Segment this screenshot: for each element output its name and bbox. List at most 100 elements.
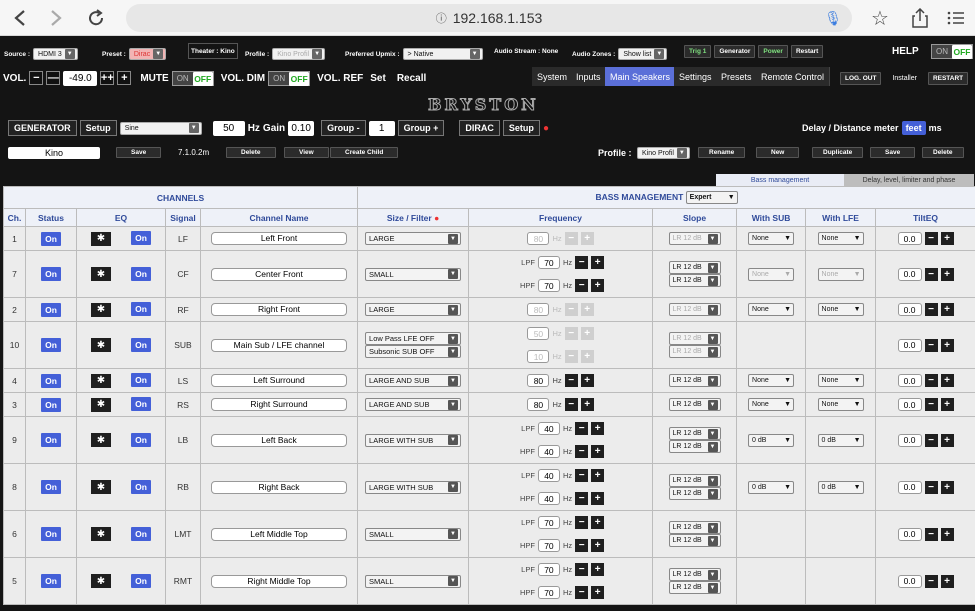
gear-icon[interactable]: ✱: [91, 397, 111, 412]
tilt-plus-button[interactable]: +: [940, 574, 954, 588]
freq-minus-button[interactable]: −: [575, 279, 589, 292]
channel-name-input[interactable]: Right Back: [211, 480, 348, 494]
freq-minus-button[interactable]: −: [575, 469, 589, 482]
mix-select[interactable]: None ▼: [748, 303, 795, 316]
upmix-select[interactable]: > Native ▼: [402, 48, 483, 60]
eq-on-button[interactable]: On: [131, 573, 151, 588]
status-on-button[interactable]: On: [41, 433, 61, 447]
size-filter-select[interactable]: SMALL ▼: [365, 267, 462, 281]
tilt-minus-button[interactable]: −: [924, 433, 938, 447]
freq-minus-button[interactable]: −: [564, 303, 578, 316]
waveform-select[interactable]: Sine ▼: [119, 121, 202, 135]
freq-plus-button[interactable]: +: [591, 445, 605, 458]
gear-icon[interactable]: ✱: [91, 267, 111, 282]
status-on-button[interactable]: On: [41, 574, 61, 588]
frequency-input[interactable]: 50: [527, 327, 550, 340]
size-filter-select[interactable]: LARGE AND SUB ▼: [365, 398, 462, 411]
slope-select[interactable]: LR 12 dB ▼: [668, 534, 721, 547]
slope-select[interactable]: LR 12 dB ▼: [668, 568, 721, 581]
size-filter-select[interactable]: Subsonic SUB OFF ▼: [365, 345, 462, 358]
tilteq-input[interactable]: 0.0: [897, 480, 922, 494]
tilt-minus-button[interactable]: −: [924, 232, 938, 245]
tilt-minus-button[interactable]: −: [924, 574, 938, 588]
tilt-minus-button[interactable]: −: [924, 398, 938, 411]
mix-select[interactable]: None ▼: [817, 232, 864, 245]
reload-icon[interactable]: [84, 6, 108, 30]
mix-select[interactable]: None ▼: [748, 398, 795, 411]
eq-on-button[interactable]: On: [131, 397, 151, 412]
meter-option[interactable]: meter: [874, 123, 899, 133]
freq-minus-button[interactable]: −: [575, 586, 589, 599]
rename-button[interactable]: Rename: [698, 147, 746, 158]
eq-on-button[interactable]: On: [131, 266, 151, 281]
freq-plus-button[interactable]: +: [591, 279, 605, 292]
status-on-button[interactable]: On: [41, 480, 61, 494]
tilt-plus-button[interactable]: +: [940, 267, 954, 281]
profile-delete-button[interactable]: Delete: [922, 147, 964, 158]
gear-icon[interactable]: ✱: [91, 574, 111, 589]
dirac-setup-button[interactable]: Setup: [502, 120, 540, 136]
frequency-input[interactable]: 80: [527, 303, 550, 316]
freq-minus-button[interactable]: −: [564, 232, 578, 245]
slope-select[interactable]: LR 12 dB ▼: [668, 521, 721, 534]
tilt-plus-button[interactable]: +: [940, 527, 954, 541]
tilt-minus-button[interactable]: −: [924, 480, 938, 494]
subtab-delay-level[interactable]: Delay, level, limiter and phase: [844, 174, 974, 186]
frequency-input[interactable]: 70: [537, 539, 560, 552]
mix-select[interactable]: None ▼: [748, 232, 795, 245]
group-minus-button[interactable]: Group -: [321, 120, 366, 136]
freq-plus-button[interactable]: +: [591, 539, 605, 552]
freq-plus-button[interactable]: +: [580, 350, 594, 363]
vol-plus-fast-button[interactable]: ++: [100, 71, 115, 85]
profile-select[interactable]: Kino Profil ▼: [272, 48, 326, 60]
feet-option[interactable]: feet: [901, 121, 926, 135]
new-button[interactable]: New: [756, 147, 800, 158]
tilt-plus-button[interactable]: +: [940, 480, 954, 494]
frequency-input[interactable]: 70: [537, 563, 560, 576]
status-on-button[interactable]: On: [41, 267, 61, 281]
bass-mode-select[interactable]: Expert ▼: [685, 191, 738, 204]
freq-minus-button[interactable]: −: [564, 374, 578, 387]
tab-remote-control[interactable]: Remote Control: [756, 67, 831, 86]
size-filter-select[interactable]: SMALL ▼: [365, 527, 462, 541]
size-filter-select[interactable]: LARGE AND SUB ▼: [365, 374, 462, 387]
slope-select[interactable]: LR 12 dB ▼: [668, 398, 721, 411]
tilt-minus-button[interactable]: −: [924, 374, 938, 387]
status-on-button[interactable]: On: [41, 397, 61, 412]
gear-icon[interactable]: ✱: [91, 302, 111, 317]
mix-select[interactable]: 0 dB ▼: [817, 433, 864, 447]
freq-plus-button[interactable]: +: [591, 492, 605, 505]
size-filter-select[interactable]: LARGE ▼: [365, 303, 462, 316]
logout-button[interactable]: LOG. OUT: [840, 71, 882, 85]
tilt-plus-button[interactable]: +: [940, 303, 954, 316]
slope-select[interactable]: LR 12 dB ▼: [668, 581, 721, 594]
freq-minus-button[interactable]: −: [575, 492, 589, 505]
tab-settings[interactable]: Settings: [674, 67, 718, 86]
frequency-input[interactable]: 70: [537, 256, 560, 269]
bookmark-star-icon[interactable]: ☆: [868, 6, 892, 30]
frequency-input[interactable]: 40: [537, 445, 560, 458]
theater-save-button[interactable]: Save: [116, 147, 162, 158]
tab-inputs[interactable]: Inputs: [571, 67, 607, 86]
status-on-button[interactable]: On: [41, 338, 61, 352]
source-select[interactable]: HDMI 3 ▼: [33, 48, 78, 60]
tilteq-input[interactable]: 0.0: [897, 527, 922, 541]
status-on-button[interactable]: On: [41, 527, 61, 541]
slope-select[interactable]: LR 12 dB ▼: [668, 303, 721, 316]
status-on-button[interactable]: On: [41, 302, 61, 317]
tilt-plus-button[interactable]: +: [940, 398, 954, 411]
freq-minus-button[interactable]: −: [564, 398, 578, 411]
profile-row-select[interactable]: Kino Profil ▼: [637, 147, 690, 159]
generator-button[interactable]: Generator: [714, 44, 756, 58]
size-filter-select[interactable]: LARGE WITH SUB ▼: [365, 480, 462, 494]
slope-select[interactable]: LR 12 dB ▼: [668, 345, 721, 358]
freq-plus-button[interactable]: +: [580, 398, 594, 411]
audio-zones-select[interactable]: Show list ▼: [618, 48, 668, 60]
duplicate-button[interactable]: Duplicate: [812, 147, 864, 158]
freq-plus-button[interactable]: +: [591, 586, 605, 599]
vol-recall-button[interactable]: Recall: [397, 73, 426, 84]
channel-name-input[interactable]: Left Front: [211, 232, 348, 245]
restart-button[interactable]: RESTART: [927, 71, 969, 85]
slope-select[interactable]: LR 12 dB ▼: [668, 374, 721, 387]
gen-frequency-input[interactable]: 50: [212, 120, 245, 136]
